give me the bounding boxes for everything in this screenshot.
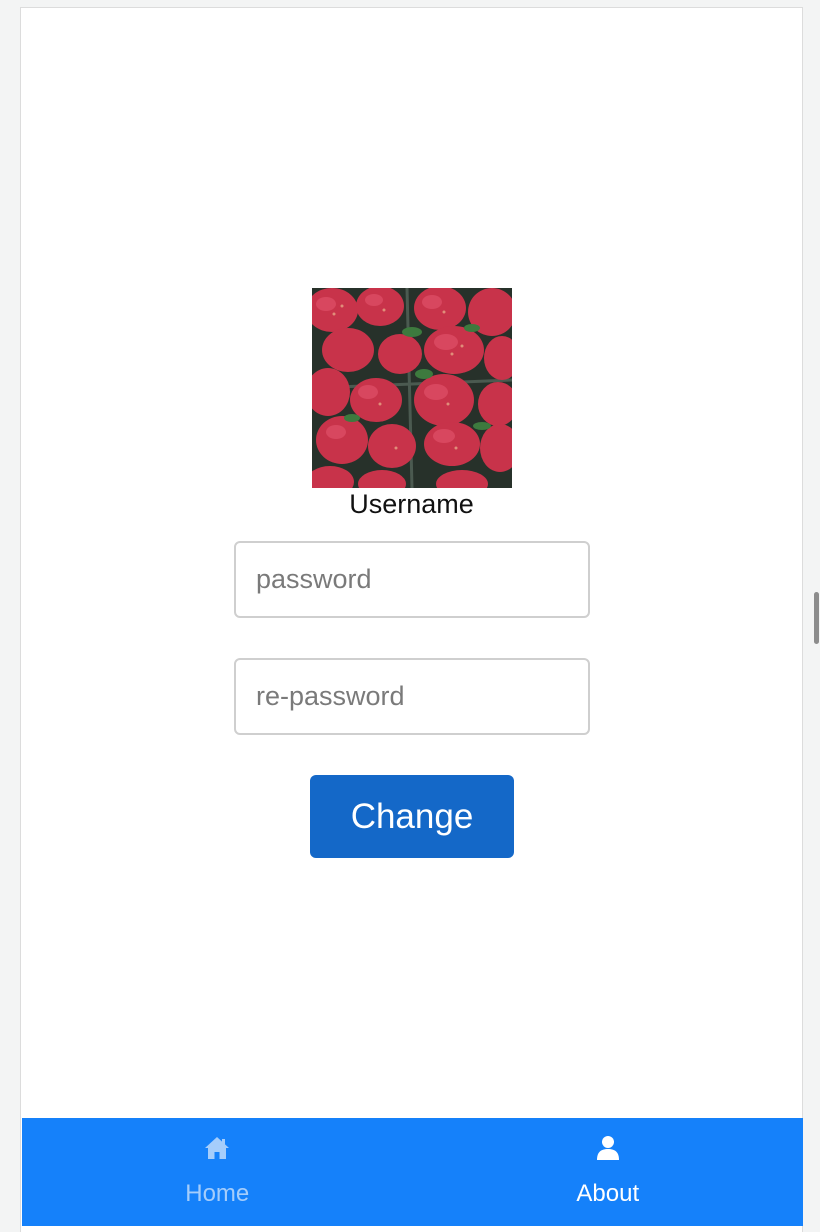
scrollbar[interactable] <box>814 592 819 644</box>
app-frame: Username Change Home About <box>20 7 803 1232</box>
bottom-tab-bar: Home About <box>22 1118 803 1226</box>
re-password-input[interactable] <box>234 658 590 735</box>
avatar <box>312 288 512 488</box>
profile-page: Username Change <box>21 8 802 1118</box>
tab-home-label: Home <box>185 1180 250 1207</box>
password-input[interactable] <box>234 541 590 618</box>
user-icon <box>596 1136 619 1160</box>
tab-about[interactable]: About <box>413 1118 804 1226</box>
strawberries-image <box>312 288 512 488</box>
username-label: Username <box>349 489 474 519</box>
home-icon <box>205 1137 230 1159</box>
tab-home[interactable]: Home <box>22 1118 413 1226</box>
tab-about-label: About <box>576 1180 640 1207</box>
change-button[interactable]: Change <box>310 775 514 858</box>
